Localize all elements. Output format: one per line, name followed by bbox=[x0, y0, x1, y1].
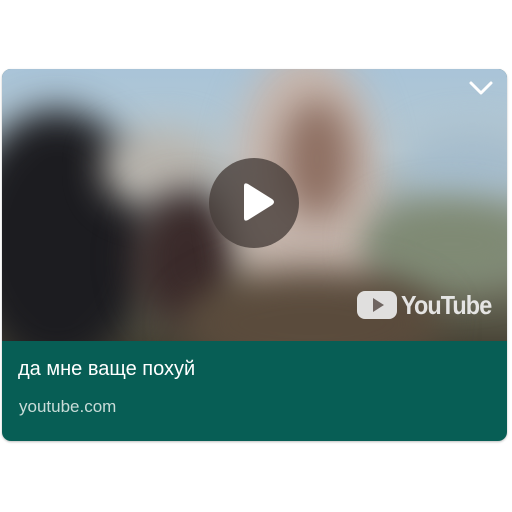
preview-info[interactable]: да мне ваще похуй youtube.com bbox=[2, 341, 507, 441]
preview-domain: youtube.com bbox=[19, 397, 117, 416]
youtube-logo-text: YouTube bbox=[401, 290, 492, 320]
video-thumbnail[interactable]: YouTube bbox=[2, 69, 507, 341]
play-icon bbox=[244, 183, 274, 221]
link-preview-card[interactable]: YouTube да мне ваще похуй youtube.com bbox=[2, 69, 507, 441]
youtube-logo-icon bbox=[357, 291, 397, 319]
chevron-down-icon[interactable] bbox=[468, 79, 494, 97]
youtube-logo: YouTube bbox=[356, 288, 492, 322]
preview-title: да мне ваще похуй bbox=[18, 358, 196, 380]
play-button[interactable] bbox=[209, 158, 299, 248]
